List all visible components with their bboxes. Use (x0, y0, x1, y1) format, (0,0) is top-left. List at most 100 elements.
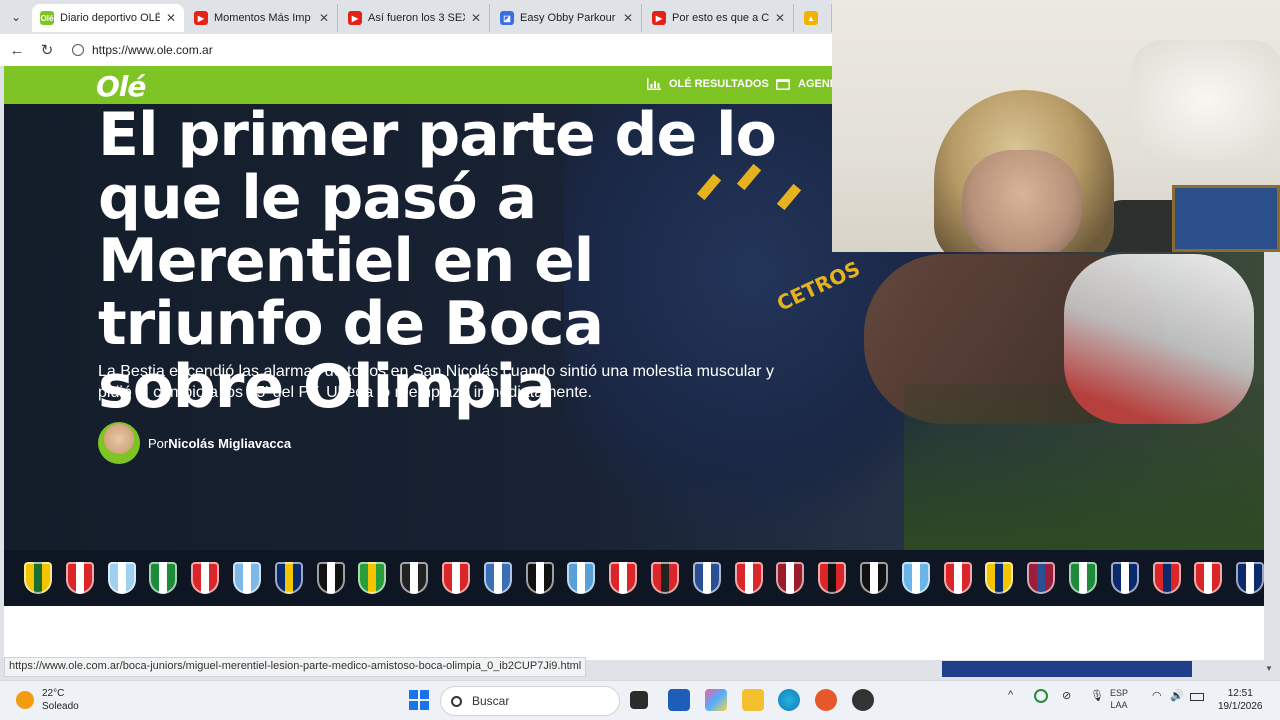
screen-recorder-icon[interactable] (815, 689, 837, 711)
tab-favicon-icon: ▲ (804, 11, 818, 25)
team-crest-bar (4, 550, 1264, 606)
copilot-icon[interactable] (705, 689, 727, 711)
tab-title: Diario deportivo OLÉ - A (60, 12, 160, 24)
taskbar-clock[interactable]: 12:51 19/1/2026 (1218, 687, 1263, 713)
search-label: Buscar (472, 694, 510, 708)
browser-tab[interactable]: ▶ Por esto es que a CRIST ✕ (644, 4, 794, 32)
tab-close-icon[interactable]: ✕ (319, 11, 329, 25)
team-crest-icon[interactable] (818, 562, 847, 594)
team-crest-icon[interactable] (191, 562, 220, 594)
tab-close-icon[interactable]: ✕ (166, 11, 176, 25)
team-crest-icon[interactable] (24, 562, 52, 594)
team-crest-icon[interactable] (232, 562, 261, 594)
webcam-wall-frame (1172, 185, 1280, 252)
bar-chart-icon (647, 78, 661, 90)
reload-button[interactable]: ↻ (36, 40, 58, 60)
taskbar-search[interactable]: Buscar (440, 686, 620, 716)
team-crest-icon[interactable] (358, 562, 387, 594)
windows-taskbar: 22°C Soleado Buscar ^ ⊘ 🎙 ESP LAA ◠ 🔊 12… (0, 680, 1280, 720)
microphone-icon[interactable]: 🎙 (1090, 689, 1104, 702)
sun-icon (16, 691, 34, 709)
clock-time: 12:51 (1227, 688, 1253, 699)
store-icon[interactable] (668, 689, 690, 711)
browser-tab[interactable]: Olé Diario deportivo OLÉ - A ✕ (32, 4, 184, 32)
app-icon[interactable] (852, 689, 874, 711)
tab-close-icon[interactable]: ✕ (471, 11, 481, 25)
language-indicator[interactable]: ESP LAA (1110, 687, 1128, 711)
team-crest-icon[interactable] (692, 562, 721, 594)
webcam-person-face (962, 150, 1082, 252)
byline-prefix: Por (148, 435, 169, 451)
team-crest-icon[interactable] (1152, 562, 1181, 594)
header-link-resultados[interactable]: OLÉ RESULTADOS (647, 78, 769, 90)
page-banner-strip (942, 661, 1192, 677)
team-crest-icon[interactable] (1068, 562, 1097, 594)
team-crest-icon[interactable] (149, 562, 178, 594)
weather-widget[interactable]: 22°C Soleado (16, 687, 79, 713)
tray-overflow-icon[interactable]: ^ (1008, 689, 1013, 701)
header-link-agenda[interactable]: AGEND (776, 78, 838, 90)
team-crest-icon[interactable] (650, 562, 679, 594)
tab-search-menu-button[interactable]: ⌄ (4, 5, 28, 29)
notifications-muted-icon[interactable]: ⊘ (1062, 689, 1071, 702)
team-crest-icon[interactable] (525, 562, 554, 594)
link-status-url: https://www.ole.com.ar/boca-juniors/migu… (4, 657, 587, 677)
tab-close-icon[interactable]: ✕ (775, 11, 785, 25)
team-crest-icon[interactable] (107, 562, 136, 594)
calendar-icon (776, 79, 790, 90)
author-name[interactable]: Nicolás Migliavacca (168, 436, 291, 451)
tab-favicon-icon: ▶ (194, 11, 208, 25)
language-bottom: LAA (1110, 700, 1128, 710)
edge-browser-icon[interactable] (778, 689, 800, 711)
back-button[interactable]: ← (6, 40, 28, 60)
team-crest-icon[interactable] (901, 562, 930, 594)
team-crest-icon[interactable] (776, 562, 805, 594)
browser-tab[interactable]: ◪ Easy Obby Parkour - Ro ✕ (492, 4, 642, 32)
team-crest-icon[interactable] (400, 562, 429, 594)
team-crest-icon[interactable] (734, 562, 763, 594)
article-summary: La Bestia encendió las alarmas de todos … (98, 363, 774, 401)
article-byline[interactable]: Por Nicolás Migliavacca (98, 422, 291, 464)
browser-tab[interactable]: ▶ Así fueron los 3 SEXTETO ✕ (340, 4, 490, 32)
team-crest-icon[interactable] (274, 562, 303, 594)
author-avatar (98, 422, 140, 464)
site-info-icon[interactable] (72, 44, 84, 56)
windows-start-icon[interactable] (408, 689, 430, 711)
wifi-icon[interactable]: ◠ (1152, 689, 1162, 702)
team-crest-icon[interactable] (65, 562, 94, 594)
address-bar[interactable]: https://www.ole.com.ar (64, 38, 824, 62)
team-crest-icon[interactable] (609, 562, 638, 594)
browser-tab[interactable]: ▶ Momentos Más Imp ✕ (186, 4, 338, 32)
scroll-down-arrow[interactable]: ▼ (1265, 664, 1273, 673)
team-crest-icon[interactable] (1027, 562, 1056, 594)
team-crest-icon[interactable] (859, 562, 888, 594)
tab-favicon-icon: ◪ (500, 11, 514, 25)
team-crest-icon[interactable] (943, 562, 972, 594)
ole-logo[interactable]: Olé (96, 70, 146, 103)
search-icon (451, 695, 462, 707)
volume-icon[interactable]: 🔊 (1170, 689, 1184, 702)
url-text: https://www.ole.com.ar (92, 43, 213, 57)
tab-title: Momentos Más Imp (214, 12, 311, 24)
language-top: ESP (1110, 688, 1129, 698)
battery-icon[interactable] (1190, 693, 1204, 701)
tab-title: Por esto es que a CRIST (672, 12, 769, 24)
hero-image-boot (1064, 254, 1254, 424)
tab-favicon-icon: ▶ (652, 11, 666, 25)
tab-title: Easy Obby Parkour - Ro (520, 12, 617, 24)
sync-icon[interactable] (1034, 689, 1048, 703)
team-crest-icon[interactable] (1110, 562, 1139, 594)
tab-close-icon[interactable]: ✕ (623, 11, 633, 25)
team-crest-icon[interactable] (1194, 562, 1223, 594)
team-crest-icon[interactable] (483, 562, 512, 594)
browser-tab[interactable]: ▲SU (796, 4, 832, 32)
team-crest-icon[interactable] (985, 562, 1014, 594)
header-link-label: OLÉ RESULTADOS (669, 78, 769, 90)
file-explorer-icon[interactable] (742, 689, 764, 711)
team-crest-icon[interactable] (567, 562, 596, 594)
team-crest-icon[interactable] (441, 562, 470, 594)
team-crest-icon[interactable] (1236, 562, 1264, 594)
webcam-overlay (832, 0, 1280, 252)
task-view-icon[interactable] (630, 691, 648, 709)
team-crest-icon[interactable] (316, 562, 345, 594)
